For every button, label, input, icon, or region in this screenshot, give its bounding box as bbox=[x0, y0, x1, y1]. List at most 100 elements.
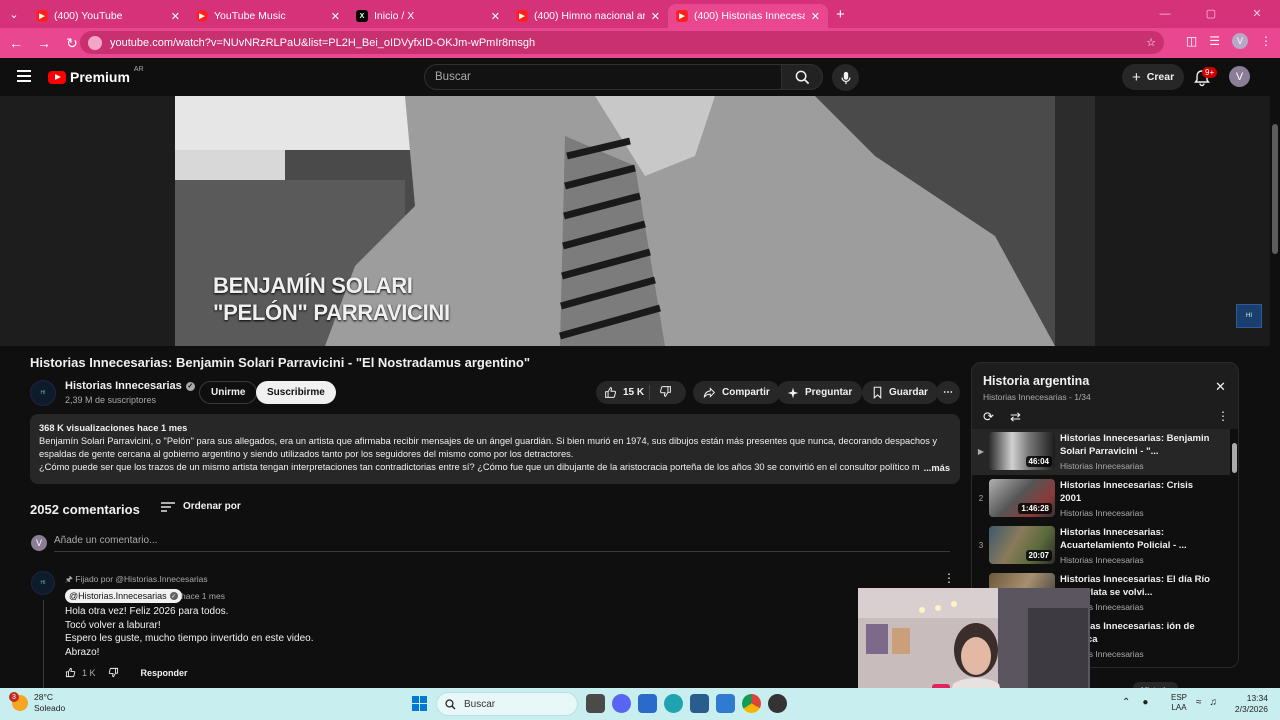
bookmark-star-icon[interactable]: ☆ bbox=[1146, 36, 1156, 49]
extensions-icon[interactable]: ◫ bbox=[1186, 34, 1197, 48]
app-store-icon[interactable] bbox=[638, 694, 657, 713]
playlist-item-channel: Historias Innecesarias bbox=[1060, 508, 1144, 518]
comment-dislike-icon[interactable] bbox=[108, 667, 119, 678]
comment-menu-icon[interactable]: ⋮ bbox=[943, 571, 955, 585]
microphone-tray-icon[interactable]: ● bbox=[1142, 697, 1148, 708]
youtube-premium-logo[interactable]: Premium AR bbox=[48, 66, 144, 85]
dislike-button[interactable] bbox=[650, 385, 672, 401]
sort-comments-button[interactable]: Ordenar por bbox=[161, 501, 241, 512]
forward-arrow-icon[interactable]: → bbox=[32, 31, 56, 55]
reply-button[interactable]: Responder bbox=[141, 668, 188, 678]
weather-widget[interactable]: 3 28°C Soleado bbox=[9, 692, 65, 714]
close-tab-icon[interactable]: ✕ bbox=[331, 10, 340, 23]
playlist-item-title: Historias Innecesarias: Benjamin Solari … bbox=[1060, 433, 1210, 457]
show-more-link[interactable]: ...más bbox=[919, 462, 950, 475]
close-tab-icon[interactable]: ✕ bbox=[651, 10, 660, 23]
sun-weather-icon: 3 bbox=[9, 692, 28, 711]
clock-time: 13:34 bbox=[1246, 693, 1268, 703]
ask-button[interactable]: Preguntar bbox=[777, 381, 863, 404]
close-tab-icon[interactable]: ✕ bbox=[171, 10, 180, 23]
browser-tab[interactable]: X Inicio / X ✕ bbox=[348, 4, 508, 28]
taskbar-clock[interactable]: 13:34 2/3/2026 bbox=[1230, 693, 1268, 715]
weather-temp: 28°C bbox=[34, 692, 53, 702]
close-window-icon[interactable]: ✕ bbox=[1234, 0, 1280, 28]
back-arrow-icon[interactable]: ← bbox=[4, 31, 28, 55]
address-bar[interactable]: youtube.com/watch?v=NUvNRzRLPaU&list=PL2… bbox=[80, 31, 1164, 54]
channel-name[interactable]: Historias Innecesarias ✓ bbox=[65, 380, 195, 392]
shuffle-icon[interactable]: ⇄ bbox=[1010, 409, 1021, 425]
site-info-icon[interactable] bbox=[88, 35, 102, 50]
mail-icon[interactable] bbox=[716, 694, 735, 713]
thumbs-down-icon bbox=[660, 385, 671, 397]
ambient-left bbox=[0, 96, 175, 346]
share-label: Compartir bbox=[722, 387, 770, 398]
minimize-icon[interactable]: — bbox=[1142, 0, 1188, 28]
channel-watermark-logo[interactable]: HI bbox=[1236, 304, 1262, 328]
maximize-icon[interactable]: ▢ bbox=[1188, 0, 1234, 28]
chrome-icon[interactable] bbox=[742, 694, 761, 713]
overlay-line-1: BENJAMÍN SOLARI bbox=[213, 273, 413, 298]
file-explorer-icon[interactable] bbox=[586, 694, 605, 713]
tray-chevron-icon[interactable]: ⌃ bbox=[1122, 697, 1130, 708]
browser-tab[interactable]: ▶ (400) YouTube ✕ bbox=[28, 4, 188, 28]
comment-time[interactable]: hace 1 mes bbox=[181, 591, 225, 601]
playlist-subtitle: Historias Innecesarias - 1/34 bbox=[983, 392, 1091, 402]
more-actions-button[interactable]: ⋯ bbox=[936, 381, 960, 404]
windows-taskbar: 3 28°C Soleado Buscar ⌃ ● ESP LAA ≈ ♫ 13… bbox=[0, 688, 1280, 720]
playlist-item[interactable]: ▶ 46:04 Historias Innecesarias: Benjamin… bbox=[972, 429, 1230, 475]
microphone-icon bbox=[840, 71, 851, 84]
wifi-icon[interactable]: ≈ bbox=[1196, 697, 1202, 708]
tab-label: YouTube Music bbox=[214, 10, 286, 22]
browser-profile-avatar[interactable]: V bbox=[1232, 33, 1248, 49]
share-button[interactable]: Compartir bbox=[693, 381, 780, 404]
browser-tab-active[interactable]: ▶ (400) Historias Innecesarias: Bei ✕ bbox=[668, 4, 828, 28]
page-scrollbar[interactable] bbox=[1270, 96, 1280, 688]
comment-author-chip[interactable]: @Historias.Innecesarias ✓ bbox=[65, 589, 182, 603]
sparkle-icon bbox=[787, 387, 799, 398]
create-button[interactable]: + Crear bbox=[1122, 64, 1185, 90]
notifications-badge: 9+ bbox=[1202, 67, 1218, 78]
media-controls-icon[interactable]: ☰ bbox=[1209, 34, 1220, 48]
browser-tab[interactable]: ▶ (400) Himno nacional argentino ✕ bbox=[508, 4, 668, 28]
steam-icon[interactable] bbox=[690, 694, 709, 713]
browser-tab[interactable]: ▶ YouTube Music ✕ bbox=[188, 4, 348, 28]
close-tab-icon[interactable]: ✕ bbox=[811, 10, 820, 23]
edge-icon[interactable] bbox=[664, 694, 683, 713]
search-input[interactable]: Buscar bbox=[424, 64, 782, 90]
subscribe-button[interactable]: Suscribirme bbox=[256, 381, 336, 404]
obs-icon[interactable] bbox=[768, 694, 787, 713]
playlist-item-title: Historias Innecesarias: Crisis 2001 bbox=[1060, 480, 1194, 504]
voice-search-button[interactable] bbox=[832, 64, 859, 91]
clock-date: 2/3/2026 bbox=[1234, 704, 1268, 714]
add-comment-input[interactable]: Añade un comentario... bbox=[54, 535, 950, 552]
comment-like-icon[interactable] bbox=[65, 667, 76, 678]
youtube-music-favicon-icon: ▶ bbox=[196, 10, 208, 22]
close-tab-icon[interactable]: ✕ bbox=[491, 10, 500, 23]
windows-start-icon[interactable] bbox=[412, 696, 427, 711]
user-avatar[interactable]: V bbox=[1229, 66, 1250, 87]
playlist-title[interactable]: Historia argentina bbox=[983, 374, 1089, 388]
playlist-menu-icon[interactable]: ⋮ bbox=[1217, 409, 1229, 423]
taskbar-search[interactable]: Buscar bbox=[436, 692, 578, 716]
playlist-channel[interactable]: Historias Innecesarias bbox=[983, 392, 1067, 402]
new-tab-icon[interactable]: + bbox=[836, 6, 845, 23]
browser-menu-icon[interactable]: ⋮ bbox=[1260, 34, 1272, 48]
join-button[interactable]: Unirme bbox=[199, 381, 258, 404]
tab-search-chevron-icon[interactable]: ⌄ bbox=[0, 0, 28, 28]
hamburger-menu-icon[interactable] bbox=[17, 70, 31, 85]
playlist-item[interactable]: 3 20:07 Historias Innecesarias: Acuartel… bbox=[972, 523, 1230, 569]
playlist-item[interactable]: 2 1:46:28 Historias Innecesarias: Crisis… bbox=[972, 476, 1230, 522]
comment-author-avatar[interactable]: HI bbox=[31, 571, 55, 595]
search-button[interactable] bbox=[781, 64, 823, 90]
like-button[interactable]: 15 K bbox=[596, 385, 650, 400]
close-playlist-icon[interactable]: ✕ bbox=[1215, 379, 1226, 395]
discord-icon[interactable] bbox=[612, 694, 631, 713]
loop-icon[interactable]: ⟳ bbox=[983, 409, 994, 425]
video-player[interactable]: BENJAMÍN SOLARI "PELÓN" PARRAVICINI HI bbox=[0, 96, 1270, 346]
channel-avatar[interactable]: HI bbox=[30, 380, 56, 406]
playlist-scrollbar[interactable] bbox=[1231, 429, 1238, 667]
input-language[interactable]: ESP LAA bbox=[1171, 693, 1187, 713]
volume-icon[interactable]: ♫ bbox=[1210, 697, 1218, 708]
description-box[interactable]: 368 K visualizaciones hace 1 mes Benjamí… bbox=[30, 414, 960, 484]
save-button[interactable]: Guardar bbox=[862, 381, 938, 404]
